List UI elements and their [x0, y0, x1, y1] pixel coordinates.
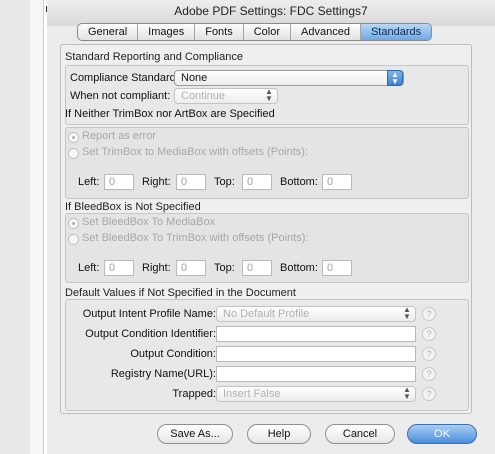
- popup-arrows-icon: ▲ ▼: [265, 87, 273, 103]
- background-window: [0, 0, 30, 454]
- report-error-label: Report as error: [82, 130, 156, 142]
- trim-top-field[interactable]: 0: [242, 174, 272, 190]
- trim-left-label: Left:: [78, 176, 100, 188]
- tab-fonts[interactable]: Fonts: [195, 24, 244, 40]
- compliance-standard-label: Compliance Standard:: [70, 72, 179, 84]
- bleed-to-media-radio[interactable]: [68, 218, 79, 229]
- help-icon[interactable]: ?: [422, 387, 436, 401]
- reporting-box: Compliance Standard: None ▲ ▼ When not co…: [65, 65, 469, 125]
- set-trimbox-radio[interactable]: [68, 148, 79, 159]
- compliance-standard-popup[interactable]: None ▲ ▼: [174, 70, 404, 86]
- background-strip: [30, 0, 44, 454]
- bleed-left-field[interactable]: 0: [104, 260, 134, 276]
- bleed-to-media-label: Set BleedBox To MediaBox: [82, 216, 216, 228]
- help-icon[interactable]: ?: [422, 367, 436, 381]
- bleedbox-box: Set BleedBox To MediaBox Set BleedBox To…: [65, 213, 469, 283]
- report-error-radio[interactable]: [68, 132, 79, 143]
- trim-right-field[interactable]: 0: [176, 174, 206, 190]
- window-edge: [43, 0, 44, 454]
- tab-images[interactable]: Images: [138, 24, 196, 40]
- tab-bar: General Images Fonts Color Advanced Stan…: [77, 23, 433, 41]
- cancel-button[interactable]: Cancel: [325, 424, 395, 444]
- trim-bottom-label: Bottom:: [280, 176, 318, 188]
- trapped-value: Insert False: [223, 388, 281, 400]
- not-compliant-label: When not compliant:: [70, 90, 171, 102]
- popup-arrows-icon: ▲ ▼: [387, 70, 403, 86]
- registry-name-field[interactable]: [216, 366, 416, 382]
- popup-arrows-icon: ▲ ▼: [403, 385, 411, 401]
- trim-top-label: Top:: [214, 176, 235, 188]
- not-compliant-value: Continue: [181, 90, 226, 102]
- bleedbox-section-label: If BleedBox is Not Specified: [65, 201, 201, 213]
- trapped-label: Trapped:: [172, 388, 216, 400]
- help-icon[interactable]: ?: [422, 347, 436, 361]
- not-compliant-popup[interactable]: Continue ▲ ▼: [174, 88, 278, 104]
- bleed-to-trim-radio[interactable]: [68, 234, 79, 245]
- compliance-standard-value: None: [181, 72, 208, 84]
- help-icon[interactable]: ?: [422, 307, 436, 321]
- output-intent-popup[interactable]: No Default Profile ▲ ▼: [216, 306, 416, 322]
- trim-right-label: Right:: [142, 176, 171, 188]
- output-intent-value: No Default Profile: [223, 308, 310, 320]
- trimbox-box: Report as error Set TrimBox to MediaBox …: [65, 127, 469, 199]
- bleed-top-field[interactable]: 0: [242, 260, 272, 276]
- tab-general[interactable]: General: [78, 24, 139, 40]
- trim-left-field[interactable]: 0: [104, 174, 134, 190]
- output-condition-id-field[interactable]: [216, 326, 416, 342]
- output-condition-label: Output Condition:: [130, 348, 216, 360]
- output-condition-field[interactable]: [216, 346, 416, 362]
- tab-advanced[interactable]: Advanced: [291, 24, 361, 40]
- bleed-to-trim-label: Set BleedBox To TrimBox with offsets (Po…: [82, 232, 309, 244]
- reporting-section-label: Standard Reporting and Compliance: [65, 51, 243, 63]
- bleed-bottom-label: Bottom:: [280, 262, 318, 274]
- defaults-section-label: Default Values if Not Specified in the D…: [65, 287, 296, 299]
- trim-bottom-field[interactable]: 0: [322, 174, 352, 190]
- output-intent-label: Output Intent Profile Name:: [82, 308, 216, 320]
- trapped-popup[interactable]: Insert False ▲ ▼: [216, 386, 416, 402]
- bleed-top-label: Top:: [214, 262, 235, 274]
- help-icon[interactable]: ?: [422, 327, 436, 341]
- pdf-settings-dialog: Adobe PDF Settings: FDC Settings7 Genera…: [47, 0, 495, 454]
- set-trimbox-label: Set TrimBox to MediaBox with offsets (Po…: [82, 146, 308, 158]
- defaults-box: Output Intent Profile Name: No Default P…: [65, 299, 469, 411]
- trimbox-section-label: If Neither TrimBox nor ArtBox are Specif…: [65, 108, 275, 120]
- tab-standards[interactable]: Standards: [360, 24, 432, 40]
- save-as-button[interactable]: Save As...: [157, 424, 233, 444]
- ok-button[interactable]: OK: [407, 424, 477, 444]
- bleed-left-label: Left:: [78, 262, 100, 274]
- bleed-right-label: Right:: [142, 262, 171, 274]
- popup-arrows-icon: ▲ ▼: [403, 305, 411, 321]
- output-condition-id-label: Output Condition Identifier:: [85, 328, 216, 340]
- help-button[interactable]: Help: [247, 424, 311, 444]
- registry-name-label: Registry Name(URL):: [110, 368, 216, 380]
- bleed-right-field[interactable]: 0: [176, 260, 206, 276]
- standards-panel: Standard Reporting and Compliance Compli…: [60, 44, 472, 414]
- tab-color[interactable]: Color: [244, 24, 292, 40]
- bleed-bottom-field[interactable]: 0: [322, 260, 352, 276]
